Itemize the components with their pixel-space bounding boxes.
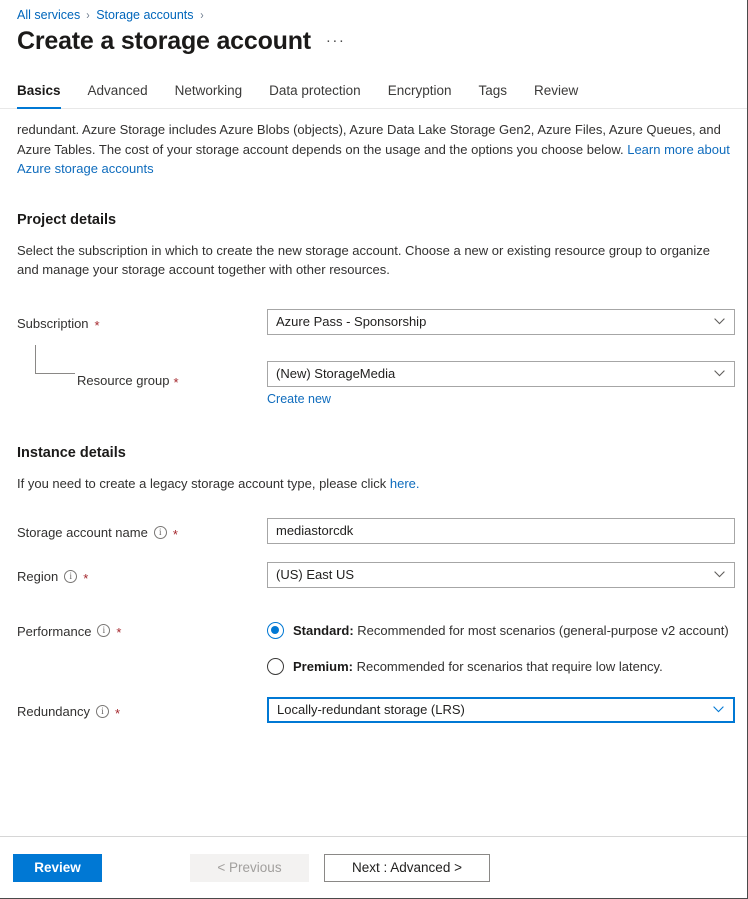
title-row: Create a storage account ··· [0, 27, 747, 56]
storage-account-name-value: mediastorcdk [276, 523, 726, 538]
tab-bar: Basics Advanced Networking Data protecti… [17, 83, 732, 109]
chevron-down-icon [713, 315, 726, 328]
resource-group-select[interactable]: (New) StorageMedia [267, 361, 735, 387]
region-label: Region [17, 569, 58, 584]
intro-text: redundant. Azure Storage includes Azure … [17, 122, 721, 157]
performance-standard-name: Standard: [293, 623, 354, 638]
performance-standard-description: Recommended for most scenarios (general-… [354, 623, 729, 638]
tab-data-protection[interactable]: Data protection [269, 83, 361, 109]
storage-account-name-input[interactable]: mediastorcdk [267, 518, 735, 544]
resource-group-label-group: Resource group * [77, 373, 179, 391]
chevron-down-icon [713, 568, 726, 581]
section-heading-project-details: Project details [17, 212, 732, 228]
breadcrumb-item-storage-accounts[interactable]: Storage accounts [96, 8, 193, 22]
tab-bar-wrap: Basics Advanced Networking Data protecti… [0, 56, 747, 109]
form-body: redundant. Azure Storage includes Azure … [0, 109, 747, 836]
region-select[interactable]: (US) East US [267, 562, 735, 588]
storage-account-name-label-group: Storage account name i * [17, 518, 267, 544]
performance-control: Standard: Recommended for most scenarios… [267, 622, 732, 675]
tab-encryption[interactable]: Encryption [388, 83, 452, 109]
subscription-value: Azure Pass - Sponsorship [276, 314, 713, 329]
resource-group-label: Resource group [77, 373, 170, 388]
region-control: (US) East US [267, 562, 735, 588]
tab-review[interactable]: Review [534, 83, 578, 109]
breadcrumb: All services › Storage accounts › [0, 0, 747, 22]
info-icon[interactable]: i [97, 624, 110, 637]
info-icon[interactable]: i [64, 570, 77, 583]
subscription-control: Azure Pass - Sponsorship [267, 309, 735, 335]
resource-group-value: (New) StorageMedia [276, 366, 713, 381]
radio-premium[interactable] [267, 658, 284, 675]
review-button[interactable]: Review [13, 854, 102, 882]
legacy-here-link[interactable]: here. [390, 476, 420, 491]
field-performance: Performance i * Standard: Recommended fo… [17, 622, 732, 675]
performance-option-premium[interactable]: Premium: Recommended for scenarios that … [267, 658, 732, 675]
section-description-instance-details: If you need to create a legacy storage a… [17, 474, 732, 493]
performance-premium-description: Recommended for scenarios that require l… [353, 659, 663, 674]
chevron-down-icon [712, 703, 725, 716]
tab-networking[interactable]: Networking [175, 83, 243, 109]
create-storage-account-blade: All services › Storage accounts › Create… [0, 0, 748, 899]
required-asterisk: * [115, 707, 120, 720]
chevron-right-icon: › [87, 8, 90, 22]
wizard-footer: Review < Previous Next : Advanced > [0, 836, 747, 898]
previous-button: < Previous [190, 854, 309, 882]
redundancy-select[interactable]: Locally-redundant storage (LRS) [267, 697, 735, 723]
resource-group-control: (New) StorageMedia Create new [267, 361, 735, 408]
performance-standard-text: Standard: Recommended for most scenarios… [293, 623, 729, 638]
more-options-icon[interactable]: ··· [326, 33, 346, 48]
chevron-down-icon [713, 367, 726, 380]
chevron-right-icon: › [200, 8, 203, 22]
intro-paragraph: redundant. Azure Storage includes Azure … [17, 120, 732, 179]
info-icon[interactable]: i [96, 705, 109, 718]
tab-basics[interactable]: Basics [17, 83, 61, 109]
region-value: (US) East US [276, 567, 713, 582]
field-redundancy: Redundancy i * Locally-redundant storage… [17, 697, 732, 723]
redundancy-value: Locally-redundant storage (LRS) [277, 702, 712, 717]
field-region: Region i * (US) East US [17, 562, 732, 588]
legacy-text: If you need to create a legacy storage a… [17, 476, 390, 491]
tab-tags[interactable]: Tags [478, 83, 507, 109]
breadcrumb-item-all-services[interactable]: All services [17, 8, 80, 22]
resource-group-indent: Resource group * [17, 361, 267, 391]
region-label-group: Region i * [17, 562, 267, 588]
subscription-label-group: Subscription * [17, 309, 267, 335]
required-asterisk: * [116, 626, 121, 639]
required-asterisk: * [83, 572, 88, 585]
page-title: Create a storage account [17, 27, 311, 56]
section-description-project-details: Select the subscription in which to crea… [17, 241, 732, 279]
performance-option-standard[interactable]: Standard: Recommended for most scenarios… [267, 622, 732, 639]
required-asterisk: * [174, 376, 179, 389]
radio-standard[interactable] [267, 622, 284, 639]
redundancy-control: Locally-redundant storage (LRS) [267, 697, 735, 723]
required-asterisk: * [173, 528, 178, 541]
performance-premium-text: Premium: Recommended for scenarios that … [293, 659, 663, 674]
required-asterisk: * [95, 319, 100, 332]
subscription-label: Subscription [17, 316, 89, 331]
performance-premium-name: Premium: [293, 659, 353, 674]
redundancy-label-group: Redundancy i * [17, 697, 267, 723]
performance-label-group: Performance i * [17, 622, 267, 648]
storage-account-name-control: mediastorcdk [267, 518, 735, 544]
field-subscription: Subscription * Azure Pass - Sponsorship [17, 309, 732, 335]
storage-account-name-label: Storage account name [17, 525, 148, 540]
field-storage-account-name: Storage account name i * mediastorcdk [17, 518, 732, 544]
tab-advanced[interactable]: Advanced [88, 83, 148, 109]
field-resource-group: Resource group * (New) StorageMedia Crea… [17, 361, 732, 408]
tree-connector-line [35, 345, 75, 374]
create-new-resource-group-link[interactable]: Create new [267, 392, 331, 406]
info-icon[interactable]: i [154, 526, 167, 539]
redundancy-label: Redundancy [17, 704, 90, 719]
next-advanced-button[interactable]: Next : Advanced > [324, 854, 490, 882]
section-heading-instance-details: Instance details [17, 445, 732, 461]
subscription-select[interactable]: Azure Pass - Sponsorship [267, 309, 735, 335]
performance-label: Performance [17, 624, 91, 639]
